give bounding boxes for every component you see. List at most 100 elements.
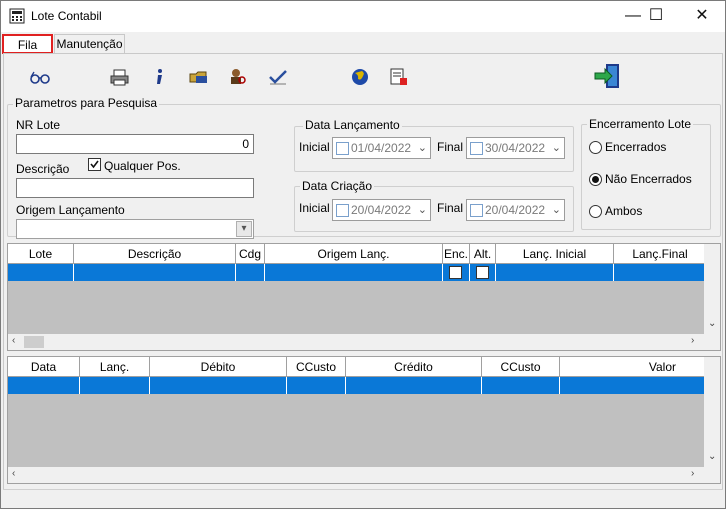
date-enable-checkbox[interactable]: [336, 204, 349, 217]
user-search-icon[interactable]: [227, 67, 249, 87]
cell-ccusto-credito[interactable]: [482, 377, 560, 394]
data-lanc-final-label: Final: [437, 140, 464, 154]
descricao-input[interactable]: [16, 178, 254, 198]
scroll-left-icon[interactable]: ‹: [12, 335, 15, 346]
checkmark-icon: [90, 160, 99, 169]
tab-fila[interactable]: Fila: [2, 34, 53, 54]
cell-ccusto-debito[interactable]: [287, 377, 346, 394]
lancamentos-horizontal-scrollbar[interactable]: ‹ ›: [8, 467, 720, 483]
maximize-button[interactable]: ☐: [633, 1, 679, 31]
scroll-thumb[interactable]: [24, 336, 44, 348]
glasses-icon[interactable]: [29, 67, 51, 87]
col-lanc-inicial[interactable]: Lanç. Inicial: [496, 244, 614, 264]
col-lote[interactable]: Lote: [8, 244, 74, 264]
col-data[interactable]: Data: [8, 357, 80, 377]
close-button[interactable]: ✕: [679, 1, 725, 31]
data-criacao-final-picker[interactable]: 20/04/2022 ⌄: [466, 199, 565, 221]
origem-lancamento-select[interactable]: ▾: [16, 219, 254, 239]
col-lanc-final[interactable]: Lanç.Final: [614, 244, 706, 264]
data-lanc-final-value: 30/04/2022: [485, 141, 546, 155]
cell-origem[interactable]: [265, 264, 443, 281]
col-alt[interactable]: Alt.: [470, 244, 496, 264]
lotes-horizontal-scrollbar[interactable]: ‹ ›: [8, 334, 720, 350]
chevron-down-icon[interactable]: ▾: [236, 221, 252, 237]
cell-lanc-final[interactable]: [614, 264, 706, 281]
report-icon[interactable]: [388, 67, 410, 87]
col-origem-lanc[interactable]: Origem Lanç.: [265, 244, 443, 264]
data-lanc-final-picker[interactable]: 30/04/2022 ⌄: [466, 137, 565, 159]
app-calculator-icon: [9, 8, 25, 24]
date-enable-checkbox[interactable]: [470, 142, 483, 155]
info-icon[interactable]: [149, 67, 171, 87]
col-valor[interactable]: Valor: [560, 357, 706, 377]
cell-alt[interactable]: [470, 264, 496, 281]
col-debito[interactable]: Débito: [150, 357, 287, 377]
scroll-right-icon[interactable]: ›: [691, 335, 694, 346]
scroll-down-icon[interactable]: ⌄: [708, 318, 716, 329]
cell-enc[interactable]: [443, 264, 470, 281]
data-criacao-final-value: 20/04/2022: [485, 203, 546, 217]
check-icon[interactable]: [267, 67, 289, 87]
col-ccusto-debito[interactable]: CCusto: [287, 357, 346, 377]
enc-checkbox[interactable]: [449, 266, 462, 279]
nr-lote-input[interactable]: 0: [16, 134, 254, 154]
radio-ambos-label: Ambos: [605, 204, 643, 218]
cell-lote[interactable]: [8, 264, 74, 281]
tab-strip: Fila Manutenção: [1, 32, 725, 54]
exit-door-icon[interactable]: [593, 63, 621, 89]
scroll-left-icon[interactable]: ‹: [12, 468, 15, 479]
lotes-grid-header: Lote Descrição Cdg Origem Lanç. Enc. Alt…: [8, 244, 706, 264]
date-enable-checkbox[interactable]: [470, 204, 483, 217]
radio-nao-encerrados[interactable]: [589, 173, 602, 186]
main-window: Lote Contabil — ☐ ✕ Fila Manutenção Para…: [0, 0, 726, 509]
col-credito[interactable]: Crédito: [346, 357, 482, 377]
data-criacao-inicial-label: Inicial: [299, 201, 330, 215]
cell-lanc[interactable]: [80, 377, 150, 394]
col-cdg[interactable]: Cdg: [236, 244, 265, 264]
col-lanc[interactable]: Lanç.: [80, 357, 150, 377]
cell-data[interactable]: [8, 377, 80, 394]
radio-encerrados-label: Encerrados: [605, 140, 667, 154]
origem-lancamento-label: Origem Lançamento: [16, 203, 125, 217]
scroll-right-icon[interactable]: ›: [691, 468, 694, 479]
chevron-down-icon[interactable]: ⌄: [552, 138, 561, 158]
data-lanc-inicial-picker[interactable]: 01/04/2022 ⌄: [332, 137, 431, 159]
cell-lanc-inicial[interactable]: [496, 264, 614, 281]
lotes-vertical-scrollbar[interactable]: ⌄: [704, 244, 720, 334]
lancamentos-grid[interactable]: Data Lanç. Débito CCusto Crédito CCusto …: [7, 356, 721, 484]
radio-ambos[interactable]: [589, 205, 602, 218]
chevron-down-icon[interactable]: ⌄: [418, 138, 427, 158]
data-criacao-final-label: Final: [437, 201, 464, 215]
lancamentos-vertical-scrollbar[interactable]: ⌄: [704, 357, 720, 467]
printer-icon[interactable]: [109, 67, 131, 87]
col-descricao[interactable]: Descrição: [74, 244, 236, 264]
status-bar: [3, 489, 723, 507]
data-lancamento-legend: Data Lançamento: [303, 118, 402, 132]
descricao-label: Descrição: [16, 162, 70, 176]
data-criacao-inicial-picker[interactable]: 20/04/2022 ⌄: [332, 199, 431, 221]
qualquer-pos-checkbox[interactable]: [88, 158, 101, 171]
cell-descricao[interactable]: [74, 264, 236, 281]
col-enc[interactable]: Enc.: [443, 244, 470, 264]
table-row[interactable]: [8, 377, 720, 394]
col-ccusto-credito[interactable]: CCusto: [482, 357, 560, 377]
scroll-down-icon[interactable]: ⌄: [708, 451, 716, 462]
cell-credito[interactable]: [346, 377, 482, 394]
lotes-grid[interactable]: Lote Descrição Cdg Origem Lanç. Enc. Alt…: [7, 243, 721, 351]
chevron-down-icon[interactable]: ⌄: [552, 200, 561, 220]
cell-debito[interactable]: [150, 377, 287, 394]
globe-icon[interactable]: [349, 67, 371, 87]
folder-icon[interactable]: [188, 67, 210, 87]
title-bar: Lote Contabil — ☐ ✕: [1, 1, 725, 32]
table-row[interactable]: [8, 264, 706, 281]
radio-nao-encerrados-label: Não Encerrados: [605, 172, 692, 186]
chevron-down-icon[interactable]: ⌄: [418, 200, 427, 220]
tab-manutencao[interactable]: Manutenção: [54, 34, 125, 54]
date-enable-checkbox[interactable]: [336, 142, 349, 155]
encerramento-legend: Encerramento Lote: [587, 117, 694, 131]
cell-valor[interactable]: [560, 377, 720, 394]
alt-checkbox[interactable]: [475, 266, 489, 279]
data-lanc-inicial-label: Inicial: [299, 140, 330, 154]
cell-cdg[interactable]: [236, 264, 265, 281]
radio-encerrados[interactable]: [589, 141, 602, 154]
